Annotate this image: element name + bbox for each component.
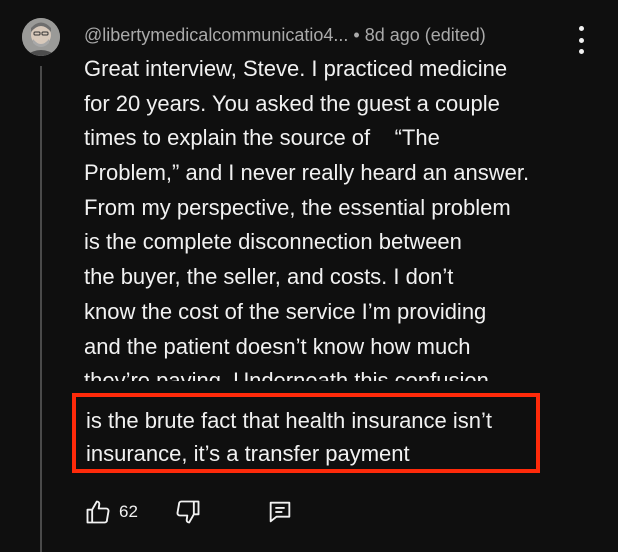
like-count: 62	[119, 502, 138, 521]
more-dot	[578, 49, 584, 54]
comment-line: times to explain the source of “The	[84, 125, 440, 151]
comment-line: and the patient doesn’t know how much	[84, 333, 471, 359]
thumbs-up-icon	[86, 500, 110, 524]
author-name[interactable]: @libertymedicalcommunicatio4...	[84, 25, 348, 45]
comment-timestamp[interactable]: 8d ago (edited)	[365, 25, 486, 45]
thread-line	[40, 66, 42, 552]
comment-line: From my perspective, the essential probl…	[84, 194, 511, 220]
comment-actions: 62	[84, 496, 294, 528]
comment-line: for 20 years. You asked the guest a coup…	[84, 90, 500, 116]
comment-line-partial: they’re paying. Underneath this confusio…	[84, 368, 489, 382]
comment-line: is the complete disconnection between	[84, 229, 462, 255]
comment-line: Problem,” and I never really heard an an…	[84, 160, 530, 186]
highlighted-line: is the brute fact that health insurance …	[86, 408, 493, 433]
separator: •	[353, 25, 360, 45]
highlight-box: is the brute fact that health insurance …	[72, 393, 540, 473]
dislike-button[interactable]	[174, 498, 202, 526]
more-dot	[578, 37, 584, 43]
comment-line: Great interview, Steve. I practiced medi…	[84, 56, 508, 81]
highlighted-line: insurance, it’s a transfer payment	[86, 441, 410, 466]
thumbs-down-icon	[176, 500, 200, 524]
user-avatar-icon	[22, 18, 60, 56]
more-dot	[578, 26, 584, 31]
reply-comment-icon	[269, 501, 291, 523]
reply-button[interactable]	[266, 498, 294, 526]
more-vert-icon[interactable]	[574, 26, 588, 54]
like-button[interactable]: 62	[84, 498, 174, 526]
comment-text: Great interview, Steve. I practiced medi…	[84, 52, 564, 422]
avatar[interactable]	[22, 18, 60, 56]
comment-line: know the cost of the service I’m providi…	[84, 298, 487, 324]
comment-line: the buyer, the seller, and costs. I don’…	[84, 264, 454, 290]
comment-header: @libertymedicalcommunicatio4... • 8d ago (…	[84, 24, 554, 46]
